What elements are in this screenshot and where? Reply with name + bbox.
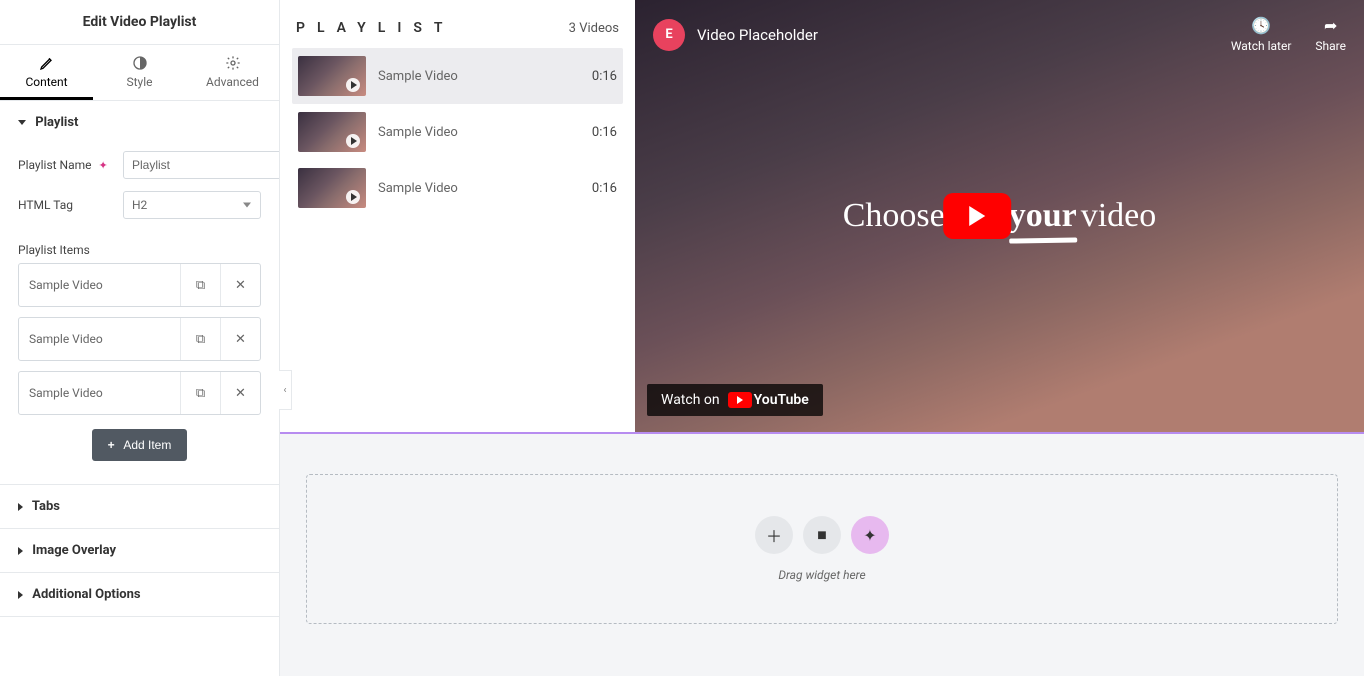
section-image-overlay-toggle[interactable]: Image Overlay <box>0 528 279 573</box>
copy-icon: ⧉ <box>196 386 205 401</box>
sparkle-icon: ✦ <box>863 526 876 545</box>
playlist-item-title[interactable]: Sample Video <box>19 320 180 358</box>
playlist-video-item[interactable]: Sample Video 0:16 <box>292 104 623 160</box>
caret-down-icon <box>18 120 26 125</box>
section-additional-toggle[interactable]: Additional Options <box>0 572 279 617</box>
playlist-heading: PLAYLIST <box>296 20 455 36</box>
editor-sidebar: Edit Video Playlist Content Style Advanc… <box>0 0 280 676</box>
html-tag-select[interactable]: H2 <box>123 191 261 219</box>
video-duration: 0:16 <box>592 181 617 196</box>
sidebar-title: Edit Video Playlist <box>0 0 279 45</box>
copy-icon: ⧉ <box>196 278 205 293</box>
delete-button[interactable]: ✕ <box>220 318 260 360</box>
video-name: Sample Video <box>378 181 580 196</box>
duplicate-button[interactable]: ⧉ <box>180 264 220 306</box>
chevron-left-icon: ‹ <box>283 385 286 396</box>
video-duration: 0:16 <box>592 125 617 140</box>
tab-advanced-label: Advanced <box>206 75 259 89</box>
section-tabs-toggle[interactable]: Tabs <box>0 484 279 529</box>
widget-dropzone[interactable]: ＋ ■ ✦ Drag widget here <box>306 474 1338 624</box>
plus-icon: ＋ <box>766 523 782 547</box>
playlist-name-input[interactable] <box>123 151 279 179</box>
pencil-icon <box>39 55 55 71</box>
share-icon: ➦ <box>1315 16 1346 35</box>
video-thumbnail <box>298 112 366 152</box>
contrast-icon <box>132 55 148 71</box>
playlist-video-item[interactable]: Sample Video 0:16 <box>292 48 623 104</box>
plus-icon: + <box>108 438 115 452</box>
ai-sparkle-icon[interactable]: ✦ <box>99 159 108 172</box>
close-icon: ✕ <box>235 386 246 401</box>
clock-icon: 🕓 <box>1231 16 1292 35</box>
tab-content-label: Content <box>25 75 67 89</box>
tab-style-label: Style <box>126 75 152 89</box>
playlist-item: Sample Video ⧉ ✕ <box>18 317 261 361</box>
dropzone-text: Drag widget here <box>778 568 865 582</box>
editor-tabs: Content Style Advanced <box>0 45 279 101</box>
close-icon: ✕ <box>235 278 246 293</box>
duplicate-button[interactable]: ⧉ <box>180 372 220 414</box>
watch-on-youtube-button[interactable]: Watch on YouTube <box>647 384 823 416</box>
tab-content[interactable]: Content <box>0 45 93 100</box>
duplicate-button[interactable]: ⧉ <box>180 318 220 360</box>
caret-right-icon <box>18 591 23 599</box>
playlist-video-item[interactable]: Sample Video 0:16 <box>292 160 623 216</box>
video-duration: 0:16 <box>592 69 617 84</box>
play-button-icon[interactable] <box>943 193 1011 239</box>
playlist-count: 3 Videos <box>569 21 619 36</box>
video-name: Sample Video <box>378 69 580 84</box>
elementor-logo-icon: E <box>653 19 685 51</box>
add-widget-button[interactable]: ＋ <box>755 516 793 554</box>
playlist-item: Sample Video ⧉ ✕ <box>18 371 261 415</box>
collapse-sidebar-button[interactable]: ‹ <box>279 370 292 410</box>
html-tag-label: HTML Tag <box>18 198 113 212</box>
video-player[interactable]: E Video Placeholder 🕓 Watch later ➦ Shar… <box>635 0 1364 432</box>
close-icon: ✕ <box>235 332 246 347</box>
video-thumbnail <box>298 56 366 96</box>
add-template-button[interactable]: ■ <box>803 516 841 554</box>
section-playlist-label: Playlist <box>35 115 78 130</box>
tab-style[interactable]: Style <box>93 45 186 100</box>
add-ai-button[interactable]: ✦ <box>851 516 889 554</box>
caret-right-icon <box>18 503 23 511</box>
delete-button[interactable]: ✕ <box>220 372 260 414</box>
video-title: Video Placeholder <box>697 26 818 44</box>
playlist-item-title[interactable]: Sample Video <box>19 374 180 412</box>
playlist-item: Sample Video ⧉ ✕ <box>18 263 261 307</box>
video-thumbnail <box>298 168 366 208</box>
video-overlay-text: Choose your video <box>843 193 1157 239</box>
playlist-items-label: Playlist Items <box>0 225 279 263</box>
video-name: Sample Video <box>378 125 580 140</box>
caret-right-icon <box>18 547 23 555</box>
add-item-button[interactable]: + Add Item <box>92 429 188 461</box>
playlist-panel: PLAYLIST 3 Videos Sample Video 0:16 Samp… <box>280 0 635 432</box>
preview-area: PLAYLIST 3 Videos Sample Video 0:16 Samp… <box>280 0 1364 676</box>
gear-icon <box>225 55 241 71</box>
folder-icon: ■ <box>817 525 827 545</box>
watch-later-button[interactable]: 🕓 Watch later <box>1231 16 1292 53</box>
section-playlist-toggle[interactable]: Playlist <box>0 101 279 145</box>
playlist-item-title[interactable]: Sample Video <box>19 266 180 304</box>
youtube-logo-icon: YouTube <box>728 392 809 408</box>
share-button[interactable]: ➦ Share <box>1315 16 1346 53</box>
tab-advanced[interactable]: Advanced <box>186 45 279 100</box>
delete-button[interactable]: ✕ <box>220 264 260 306</box>
playlist-name-label: Playlist Name ✦ <box>18 158 113 172</box>
copy-icon: ⧉ <box>196 332 205 347</box>
